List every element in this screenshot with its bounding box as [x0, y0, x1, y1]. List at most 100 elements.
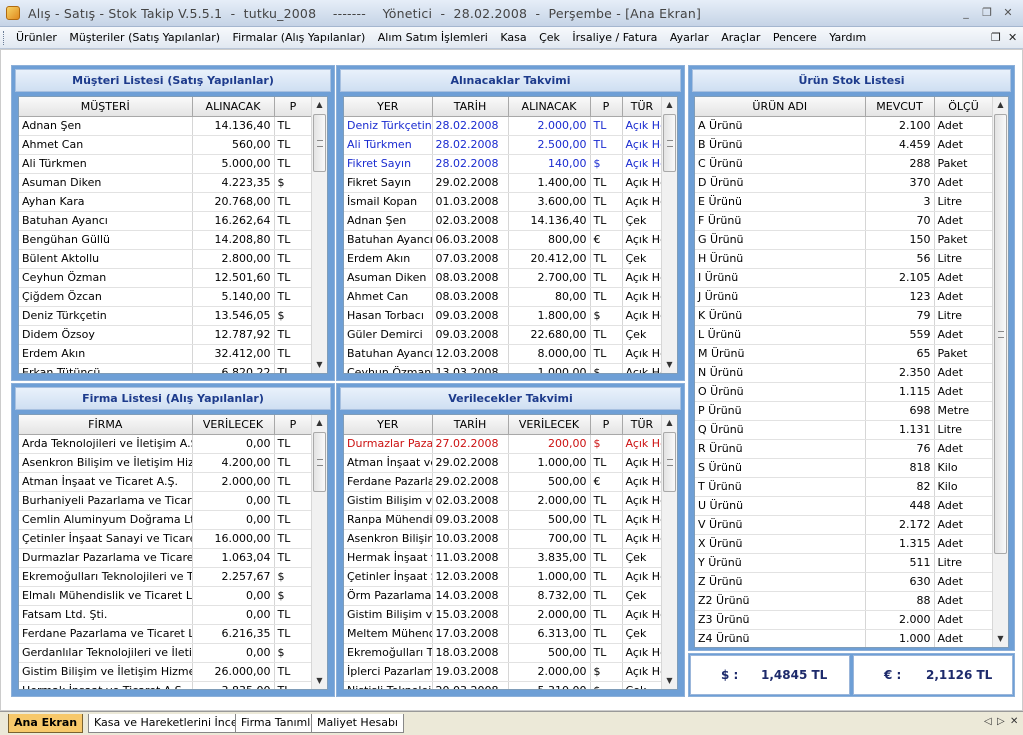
column-header[interactable]: ÖLÇÜ: [934, 97, 994, 117]
table-row[interactable]: Fikret Sayın29.02.20081.400,00TLAçık He: [344, 173, 663, 193]
table-row[interactable]: Z4 Ürünü 1.000 Adet: [695, 629, 994, 647]
minimize-button[interactable]: _: [957, 5, 975, 20]
column-header[interactable]: FİRMA: [19, 415, 193, 435]
table-row[interactable]: Arda Teknolojileri ve İletişim A.Ş. 0,00 T…: [19, 434, 313, 454]
mdi-close-button[interactable]: ✕: [1008, 31, 1017, 44]
scroll-thumb[interactable]: [313, 432, 326, 492]
scroll-thumb[interactable]: [994, 114, 1007, 554]
table-row[interactable]: Bülent Aktollu 2.800,00 TL: [19, 249, 313, 269]
table-row[interactable]: Adnan Şen 02.03.2008 14.136,40 TL Çek: [344, 211, 663, 231]
stock-grid[interactable]: ÜRÜN ADI MEVCUT ÖLÇÜ A Ürünü 2.100 Adet B Ürü…: [694, 96, 1009, 648]
menu-musteriler[interactable]: Müşteriler (Satış Yapılanlar): [69, 31, 220, 44]
table-row[interactable]: C Ürünü 288 Paket: [695, 154, 994, 174]
menu-alim-satim[interactable]: Alım Satım İşlemleri: [378, 31, 488, 44]
close-button[interactable]: ✕: [999, 5, 1017, 20]
table-row[interactable]: Ali Türkmen 5.000,00 TL: [19, 154, 313, 174]
column-header[interactable]: YER: [344, 415, 433, 435]
column-header[interactable]: VERİLECEK: [192, 415, 275, 435]
table-row[interactable]: Ceyhun Özman13.03.20081.000,00$Açık He: [344, 363, 663, 373]
table-row[interactable]: Asenkron Bilişim v10.03.2008700,00TLAçık…: [344, 529, 663, 549]
table-row[interactable]: M Ürünü 65 Paket: [695, 344, 994, 364]
table-row[interactable]: F Ürünü 70 Adet: [695, 211, 994, 231]
restore-button[interactable]: ❐: [978, 5, 996, 20]
table-row[interactable]: Gistim Bilişim ve İl15.03.20082.000,00TL…: [344, 605, 663, 625]
table-row[interactable]: Atman İnşaat ve T29.02.20081.000,00TLAçı…: [344, 453, 663, 473]
table-row[interactable]: R Ürünü 76 Adet: [695, 439, 994, 459]
table-row[interactable]: Z2 Ürünü 88 Adet: [695, 591, 994, 611]
tab-prev-icon[interactable]: ◁: [984, 716, 992, 727]
table-row[interactable]: U Ürünü 448 Adet: [695, 496, 994, 516]
table-row[interactable]: Erdem Akın 07.03.2008 20.412,00 TL Çek: [344, 249, 663, 269]
table-row[interactable]: Örm Pazarlama ve14.03.20088.732,00TLÇek: [344, 586, 663, 606]
table-row[interactable]: Hermak İnşaat ve Ticaret A.Ş.3.835,00TL: [19, 681, 313, 689]
customer-grid[interactable]: MÜŞTERİ ALINACAK P Adnan Şen 14.136,40 TL Ahm…: [18, 96, 328, 374]
table-row[interactable]: I Ürünü 2.105 Adet: [695, 268, 994, 288]
column-header[interactable]: ÜRÜN ADI: [695, 97, 866, 117]
table-row[interactable]: Durmazlar Pazarlama ve Ticaret Ltd1.063,…: [19, 548, 313, 568]
column-header[interactable]: ALINACAK: [508, 97, 591, 117]
tab-close-icon[interactable]: ✕: [1010, 716, 1018, 727]
table-row[interactable]: Durmazlar Pazarla27.02.2008200,00$Açık H…: [344, 434, 663, 454]
table-row[interactable]: S Ürünü 818 Kilo: [695, 458, 994, 478]
table-row[interactable]: L Ürünü 559 Adet: [695, 325, 994, 345]
table-row[interactable]: Fikret Sayın28.02.2008140,00$Açık He: [344, 154, 663, 174]
column-header[interactable]: MEVCUT: [865, 97, 935, 117]
table-row[interactable]: Erkan Tütüncü 6.820,22 TL: [19, 363, 313, 373]
table-row[interactable]: P Ürünü 698 Metre: [695, 401, 994, 421]
menu-urunler[interactable]: Ürünler: [16, 31, 57, 44]
column-header[interactable]: VERİLECEK: [508, 415, 591, 435]
table-row[interactable]: Atman İnşaat ve Ticaret A.Ş. 2.000,00 TL: [19, 472, 313, 492]
table-row[interactable]: Ekremoğulları Teknolojileri ve Ticaret2.…: [19, 567, 313, 587]
table-row[interactable]: Elmalı Mühendislik ve Ticaret Ltd. Ş0,00…: [19, 586, 313, 606]
toolbar-grip[interactable]: [3, 31, 6, 45]
table-row[interactable]: Batuhan Ayancı06.03.2008800,00€Açık He: [344, 230, 663, 250]
scroll-up-arrow-icon[interactable]: ▲: [993, 97, 1008, 113]
table-row[interactable]: O Ürünü 1.115 Adet: [695, 382, 994, 402]
table-row[interactable]: Asuman Diken 4.223,35 $: [19, 173, 313, 193]
menu-yardim[interactable]: Yardım: [829, 31, 866, 44]
column-header[interactable]: TARİH: [432, 415, 509, 435]
table-row[interactable]: Batuhan Ayancı 12.03.2008 8.000,00 TL Açık H…: [344, 344, 663, 364]
table-row[interactable]: E Ürünü 3 Litre: [695, 192, 994, 212]
customer-scrollbar[interactable]: ▲ ▼: [311, 97, 327, 373]
firm-grid[interactable]: FİRMA VERİLECEK P Arda Teknolojileri ve İl…: [18, 414, 328, 690]
table-row[interactable]: Fatsam Ltd. Şti. 0,00 TL: [19, 605, 313, 625]
receivables-grid[interactable]: YER TARİH ALINACAK P TÜR Deniz Türkçetin 28.0…: [343, 96, 678, 374]
table-row[interactable]: Didem Özsoy 12.787,92 TL: [19, 325, 313, 345]
table-row[interactable]: Batuhan Ayancı 16.262,64 TL: [19, 211, 313, 231]
scroll-down-arrow-icon[interactable]: ▼: [662, 673, 677, 689]
table-row[interactable]: Ahmet Can 560,00 TL: [19, 135, 313, 155]
scroll-up-arrow-icon[interactable]: ▲: [662, 97, 677, 113]
table-row[interactable]: Asenkron Bilişim ve İletişim Hizmetle4.2…: [19, 453, 313, 473]
table-row[interactable]: Cemlin Aluminyum Doğrama Ltd.Şti.0,00TL: [19, 510, 313, 530]
tab-firma-tanimla[interactable]: Firma Tanımla: [235, 714, 324, 733]
table-row[interactable]: Burhaniyeli Pazarlama ve Ticaret Ltd0,00…: [19, 491, 313, 511]
table-row[interactable]: Ferdane Pazarlama ve Ticaret Ltd.Ş6.216,…: [19, 624, 313, 644]
menu-araclar[interactable]: Araçlar: [721, 31, 760, 44]
table-row[interactable]: Hasan Torbacı09.03.20081.800,00$Açık He: [344, 306, 663, 326]
column-header[interactable]: P: [590, 415, 623, 435]
menu-irsaliye-fatura[interactable]: İrsaliye / Fatura: [572, 31, 657, 44]
menu-firmalar[interactable]: Firmalar (Alış Yapılanlar): [233, 31, 366, 44]
receivables-scrollbar[interactable]: ▲ ▼: [661, 97, 677, 373]
tab-kasa-hareketleri[interactable]: Kasa ve Hareketlerini İncele: [88, 714, 254, 733]
column-header[interactable]: YER: [344, 97, 433, 117]
column-header[interactable]: TARİH: [432, 97, 509, 117]
table-row[interactable]: D Ürünü 370 Adet: [695, 173, 994, 193]
table-row[interactable]: H Ürünü 56 Litre: [695, 249, 994, 269]
table-row[interactable]: Z Ürünü 630 Adet: [695, 572, 994, 592]
scroll-down-arrow-icon[interactable]: ▼: [662, 357, 677, 373]
table-row[interactable]: Ranpa Mühendis09.03.2008500,00TLAçık He: [344, 510, 663, 530]
table-row[interactable]: A Ürünü 2.100 Adet: [695, 116, 994, 136]
table-row[interactable]: Ekremoğulları Tel 18.03.2008 500,00 TL Açık …: [344, 643, 663, 663]
table-row[interactable]: Bengühan Güllü 14.208,80 TL: [19, 230, 313, 250]
tab-next-icon[interactable]: ▷: [997, 716, 1005, 727]
tab-ana-ekran[interactable]: Ana Ekran: [8, 714, 84, 733]
scroll-thumb[interactable]: [663, 114, 676, 172]
table-row[interactable]: Ahmet Can08.03.200880,00TLAçık He: [344, 287, 663, 307]
column-header[interactable]: TÜR: [622, 415, 663, 435]
table-row[interactable]: Ceyhun Özman 12.501,60 TL: [19, 268, 313, 288]
table-row[interactable]: Ayhan Kara 20.768,00 TL: [19, 192, 313, 212]
table-row[interactable]: T Ürünü 82 Kilo: [695, 477, 994, 497]
column-header[interactable]: P: [590, 97, 623, 117]
